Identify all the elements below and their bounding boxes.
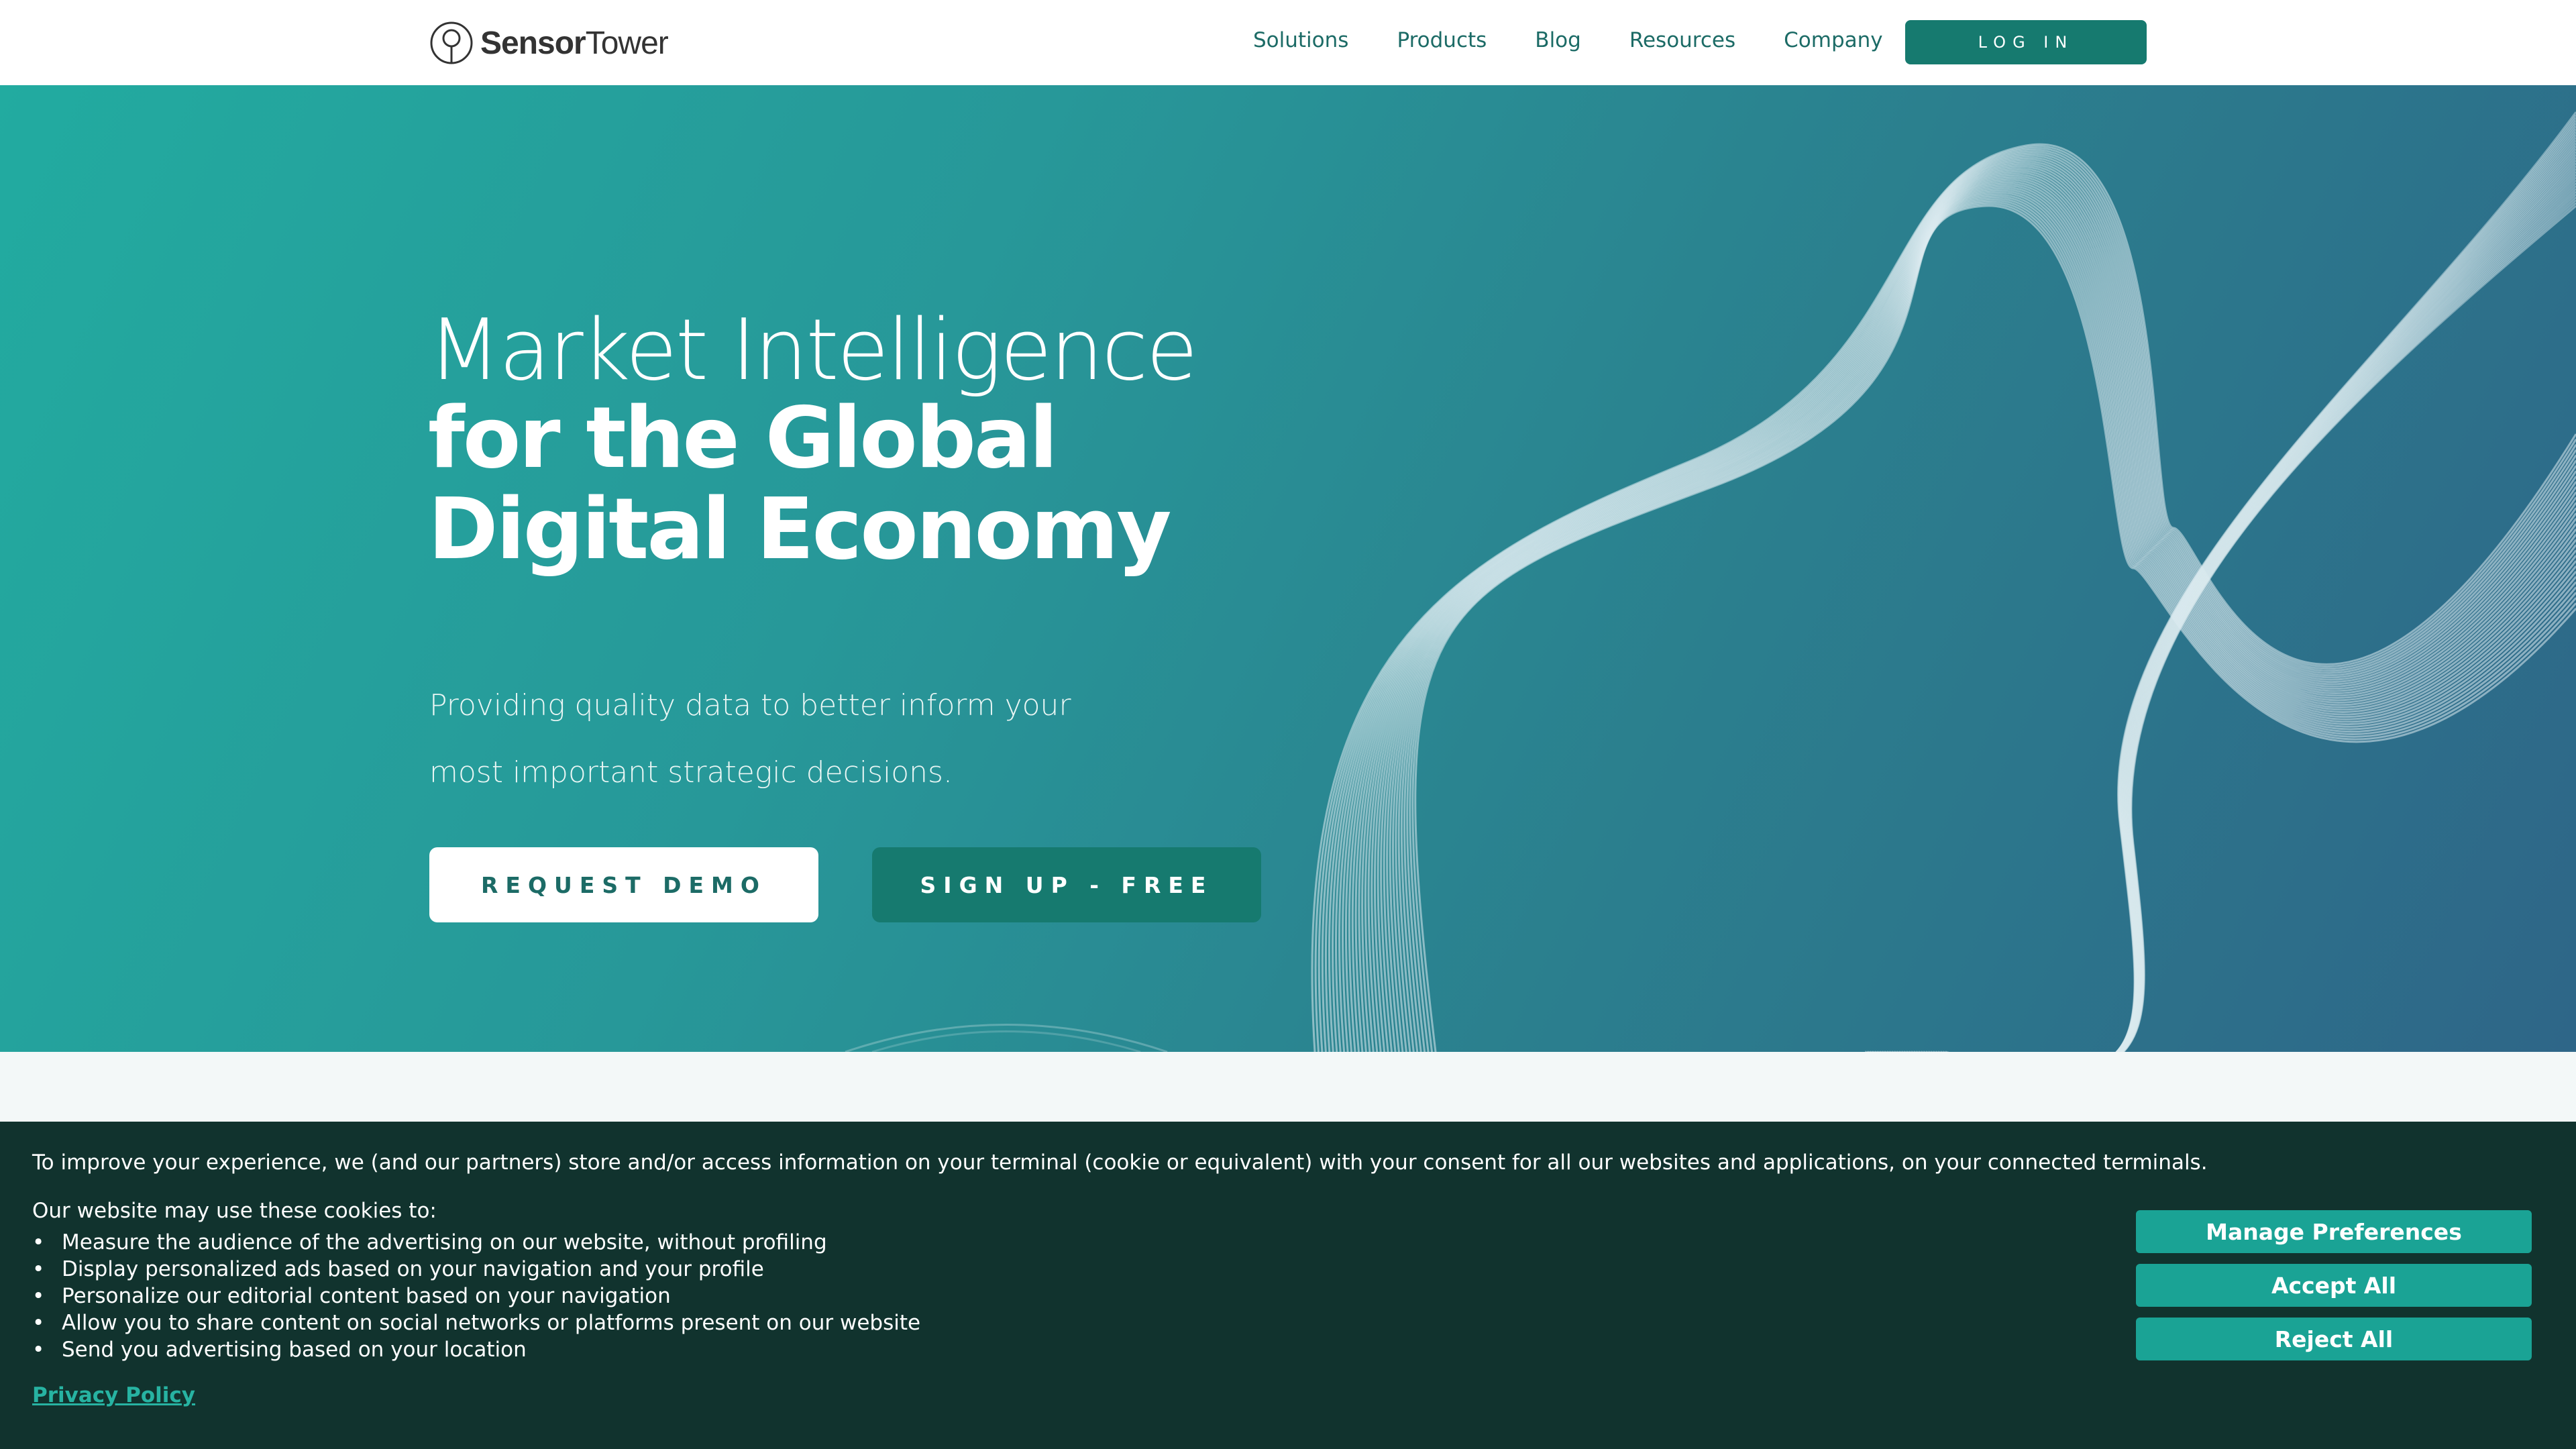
hero-title-light: Market Intelligence bbox=[428, 301, 1198, 399]
nav-solutions[interactable]: Solutions bbox=[1253, 28, 1348, 52]
cookie-banner: To improve your experience, we (and our … bbox=[0, 1122, 2576, 1449]
logo[interactable]: SensorTower bbox=[429, 20, 669, 66]
hero-subtitle: Providing quality data to better inform … bbox=[429, 672, 1100, 806]
logo-text: SensorTower bbox=[480, 25, 669, 61]
hero-subtitle-line1: Providing quality data to better inform … bbox=[429, 688, 1071, 722]
request-demo-button[interactable]: REQUEST DEMO bbox=[429, 847, 818, 922]
list-item: Display personalized ads based on your n… bbox=[32, 1256, 920, 1283]
sensor-tower-logo-icon bbox=[430, 21, 473, 64]
manage-preferences-button[interactable]: Manage Preferences bbox=[2136, 1210, 2532, 1253]
hero-title-bold: for the Global Digital Economy bbox=[428, 388, 1172, 578]
nav-blog[interactable]: Blog bbox=[1535, 28, 1581, 52]
list-item: Measure the audience of the advertising … bbox=[32, 1229, 920, 1256]
hero-subtitle-line2: most important strategic decisions. bbox=[429, 755, 953, 790]
site-header: SensorTower Solutions Products Blog Reso… bbox=[0, 0, 2576, 85]
main-nav: Solutions Products Blog Resources Compan… bbox=[1253, 28, 1931, 52]
login-button[interactable]: LOG IN bbox=[1905, 20, 2147, 64]
accept-all-button[interactable]: Accept All bbox=[2136, 1264, 2532, 1307]
nav-company[interactable]: Company bbox=[1784, 28, 1882, 52]
list-item: Send you advertising based on your locat… bbox=[32, 1336, 920, 1363]
signup-free-button[interactable]: SIGN UP - FREE bbox=[872, 847, 1261, 922]
nav-resources[interactable]: Resources bbox=[1629, 28, 1735, 52]
cookie-uses-list: Measure the audience of the advertising … bbox=[32, 1229, 920, 1363]
reject-all-button[interactable]: Reject All bbox=[2136, 1318, 2532, 1360]
list-item: Allow you to share content on social net… bbox=[32, 1309, 920, 1336]
hero-section: Market Intelligence for the Global Digit… bbox=[0, 85, 2576, 1052]
privacy-policy-link[interactable]: Privacy Policy bbox=[32, 1383, 195, 1407]
nav-products[interactable]: Products bbox=[1397, 28, 1487, 52]
cookie-intro-text: To improve your experience, we (and our … bbox=[32, 1150, 2208, 1175]
cookie-uses-heading: Our website may use these cookies to: bbox=[32, 1199, 437, 1223]
list-item: Personalize our editorial content based … bbox=[32, 1283, 920, 1309]
